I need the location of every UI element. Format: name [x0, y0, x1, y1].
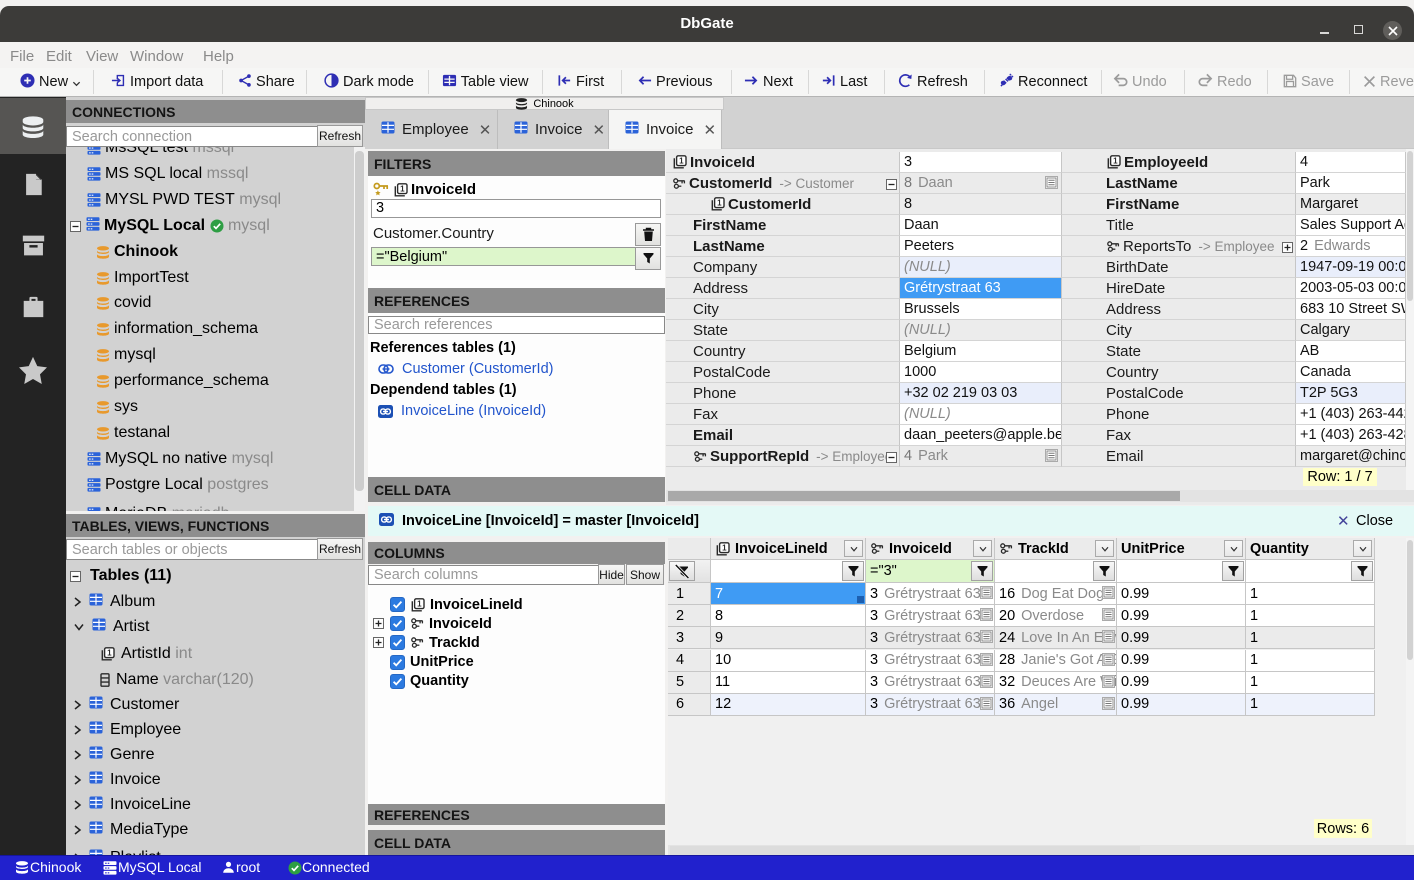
svg-text:1: 1 — [679, 157, 684, 166]
svg-text:1: 1 — [717, 199, 722, 208]
svg-text:1: 1 — [722, 543, 727, 552]
svg-text:1: 1 — [417, 599, 422, 608]
svg-text:1: 1 — [1113, 157, 1118, 166]
svg-text:1: 1 — [400, 184, 405, 193]
svg-text:1: 1 — [107, 649, 112, 658]
